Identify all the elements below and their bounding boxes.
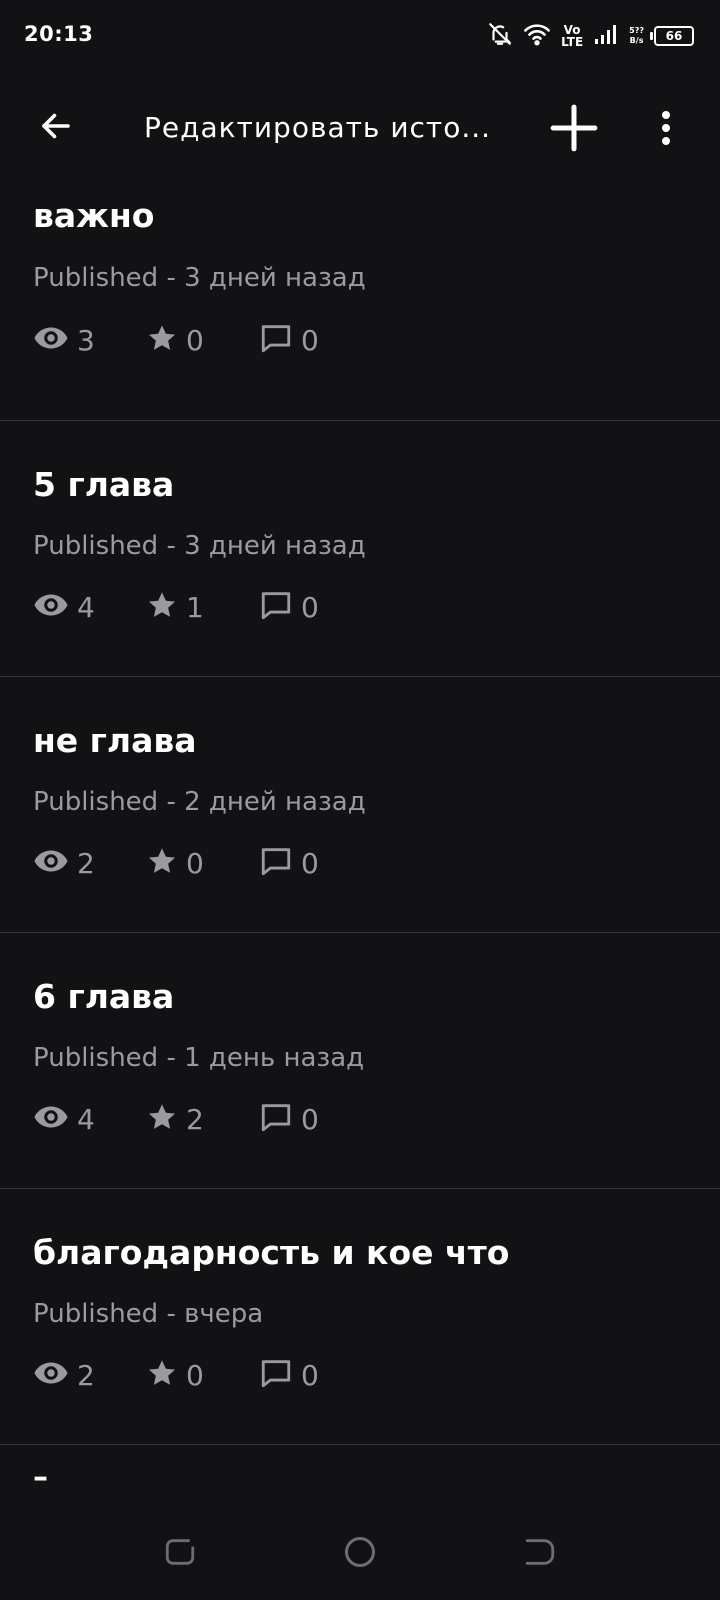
part-title: 5 глава bbox=[33, 465, 175, 504]
app-bar: Редактировать исто... bbox=[0, 80, 720, 176]
part-stats: 4 2 0 bbox=[33, 1099, 372, 1139]
network-type: Vo LTE bbox=[561, 23, 584, 49]
page-title: Редактировать исто... bbox=[144, 111, 492, 144]
votes-stat: 1 bbox=[146, 589, 259, 625]
comments-stat: 0 bbox=[259, 321, 372, 359]
eye-icon bbox=[33, 587, 69, 627]
views-stat: 2 bbox=[33, 843, 146, 883]
star-icon bbox=[146, 1101, 178, 1137]
views-stat: 3 bbox=[33, 320, 146, 360]
more-options-button[interactable] bbox=[648, 102, 684, 158]
status-bar: 20:13 Vo LTE 5?? B/s 66 bbox=[0, 0, 720, 70]
plus-icon bbox=[549, 103, 599, 157]
home-circle-icon bbox=[342, 1534, 378, 1574]
network-speed: 5?? B/s bbox=[629, 26, 644, 45]
views-stat: 4 bbox=[33, 1099, 146, 1139]
views-count: 3 bbox=[77, 323, 95, 357]
part-status: Published - 1 день назад bbox=[33, 1043, 365, 1073]
back-nav-icon bbox=[523, 1535, 557, 1573]
part-title: важно bbox=[33, 196, 155, 235]
comment-icon bbox=[259, 844, 293, 882]
add-part-button[interactable] bbox=[546, 102, 602, 158]
comment-icon bbox=[259, 1356, 293, 1394]
votes-count: 0 bbox=[186, 323, 204, 357]
comments-count: 0 bbox=[301, 1102, 319, 1136]
comment-icon bbox=[259, 1100, 293, 1138]
comments-stat: 0 bbox=[259, 1356, 372, 1394]
eye-icon bbox=[33, 843, 69, 883]
votes-count: 0 bbox=[186, 846, 204, 880]
signal-icon bbox=[593, 23, 619, 49]
views-count: 2 bbox=[77, 1358, 95, 1392]
votes-stat: 2 bbox=[146, 1101, 259, 1137]
status-time: 20:13 bbox=[24, 22, 94, 46]
part-status: Published - 3 дней назад bbox=[33, 263, 366, 293]
partial-list-item-title[interactable]: – bbox=[33, 1460, 48, 1495]
battery-icon: 66 bbox=[650, 26, 694, 46]
bell-off-icon bbox=[487, 21, 513, 51]
parts-list: важно Published - 3 дней назад 3 0 0 5 г… bbox=[0, 180, 720, 1445]
star-icon bbox=[146, 322, 178, 358]
part-stats: 3 0 0 bbox=[33, 320, 372, 360]
votes-count: 1 bbox=[186, 590, 204, 624]
views-stat: 2 bbox=[33, 1355, 146, 1395]
list-item[interactable]: не глава Published - 2 дней назад 2 0 0 bbox=[0, 677, 720, 933]
comments-count: 0 bbox=[301, 1358, 319, 1392]
comment-icon bbox=[259, 588, 293, 626]
eye-icon bbox=[33, 320, 69, 360]
views-stat: 4 bbox=[33, 587, 146, 627]
more-vertical-icon bbox=[660, 110, 672, 150]
comments-stat: 0 bbox=[259, 1100, 372, 1138]
part-stats: 2 0 0 bbox=[33, 843, 372, 883]
part-title: благодарность и кое что bbox=[33, 1233, 510, 1272]
comments-stat: 0 bbox=[259, 844, 372, 882]
votes-count: 2 bbox=[186, 1102, 204, 1136]
part-stats: 4 1 0 bbox=[33, 587, 372, 627]
part-status: Published - 2 дней назад bbox=[33, 787, 366, 817]
votes-stat: 0 bbox=[146, 322, 259, 358]
comments-stat: 0 bbox=[259, 588, 372, 626]
comments-count: 0 bbox=[301, 846, 319, 880]
eye-icon bbox=[33, 1099, 69, 1139]
part-title: 6 глава bbox=[33, 977, 175, 1016]
views-count: 4 bbox=[77, 590, 95, 624]
comment-icon bbox=[259, 321, 293, 359]
views-count: 4 bbox=[77, 1102, 95, 1136]
star-icon bbox=[146, 589, 178, 625]
eye-icon bbox=[33, 1355, 69, 1395]
star-icon bbox=[146, 1357, 178, 1393]
list-item[interactable]: важно Published - 3 дней назад 3 0 0 bbox=[0, 180, 720, 421]
system-nav-bar bbox=[0, 1500, 720, 1600]
views-count: 2 bbox=[77, 846, 95, 880]
wifi-icon bbox=[523, 22, 551, 50]
votes-stat: 0 bbox=[146, 1357, 259, 1393]
back-button[interactable] bbox=[30, 102, 82, 154]
votes-stat: 0 bbox=[146, 845, 259, 881]
back-nav-button[interactable] bbox=[520, 1534, 560, 1574]
comments-count: 0 bbox=[301, 590, 319, 624]
home-button[interactable] bbox=[340, 1534, 380, 1574]
part-stats: 2 0 0 bbox=[33, 1355, 372, 1395]
list-item[interactable]: 5 глава Published - 3 дней назад 4 1 0 bbox=[0, 421, 720, 677]
recents-icon bbox=[163, 1535, 197, 1573]
part-title: не глава bbox=[33, 721, 197, 760]
arrow-left-icon bbox=[38, 108, 74, 148]
votes-count: 0 bbox=[186, 1358, 204, 1392]
status-icons: Vo LTE 5?? B/s 66 bbox=[487, 20, 694, 52]
part-status: Published - 3 дней назад bbox=[33, 531, 366, 561]
list-item[interactable]: 6 глава Published - 1 день назад 4 2 0 bbox=[0, 933, 720, 1189]
star-icon bbox=[146, 845, 178, 881]
comments-count: 0 bbox=[301, 323, 319, 357]
part-status: Published - вчера bbox=[33, 1299, 264, 1329]
list-item[interactable]: благодарность и кое что Published - вчер… bbox=[0, 1189, 720, 1445]
recents-button[interactable] bbox=[160, 1534, 200, 1574]
